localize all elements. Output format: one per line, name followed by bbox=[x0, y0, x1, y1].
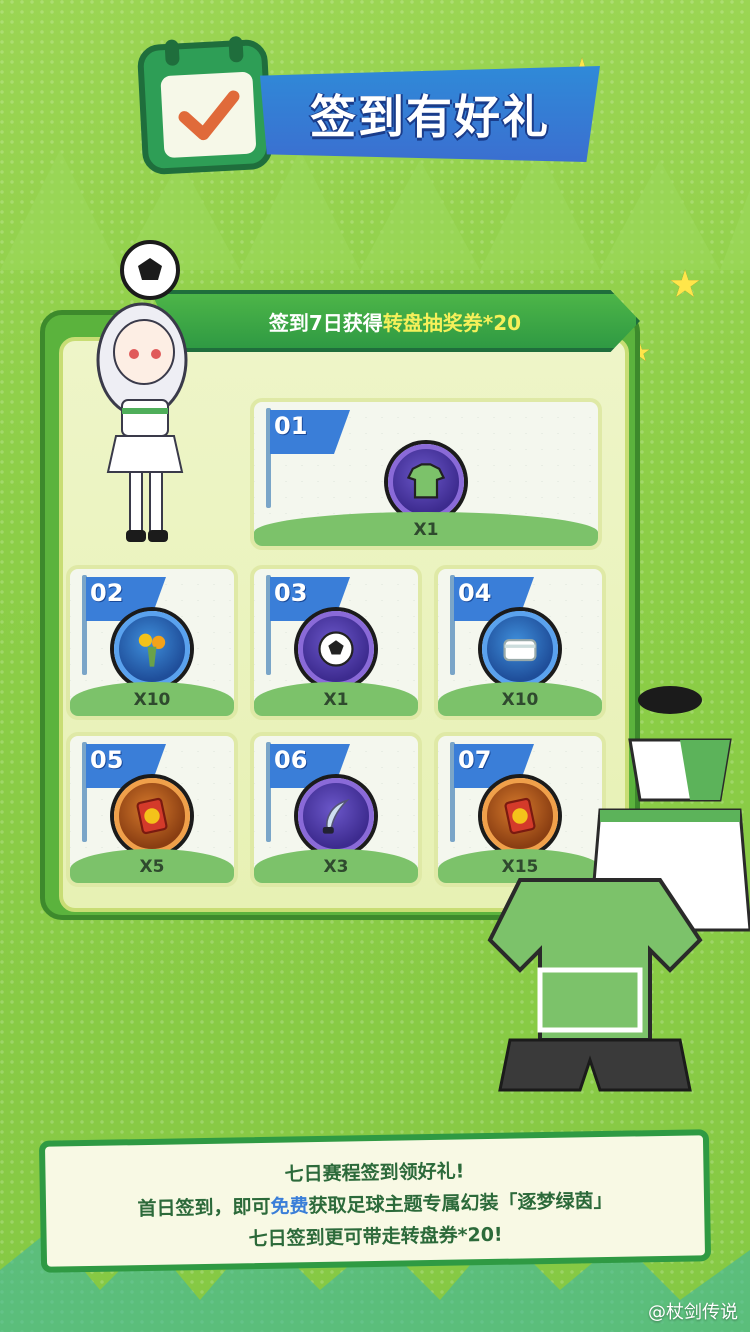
reward-quantity: X3 bbox=[323, 857, 349, 877]
lottery-ticket-icon bbox=[114, 778, 190, 854]
day-number: 05 bbox=[90, 746, 124, 774]
reward-quantity: X1 bbox=[323, 690, 349, 710]
jersey-icon bbox=[388, 444, 464, 520]
header: 签到有好礼 bbox=[136, 35, 610, 176]
watermark: @杖剑传说 bbox=[648, 1302, 738, 1323]
flower-bouquet-icon bbox=[114, 611, 190, 687]
reward-quantity: X10 bbox=[133, 690, 171, 710]
reward-ribbon: 签到7日获得转盘抽奖券*20 bbox=[150, 290, 640, 352]
day-number: 01 bbox=[274, 412, 308, 440]
feather-quill-icon bbox=[298, 778, 374, 854]
page-title-banner: 签到有好礼 bbox=[260, 66, 600, 162]
info-highlight-free: 免费 bbox=[270, 1195, 309, 1218]
page-title: 签到有好礼 bbox=[310, 90, 550, 144]
day-card-03[interactable]: 03 X1 bbox=[250, 565, 422, 720]
day-number: 06 bbox=[274, 746, 308, 774]
day-card-01[interactable]: 01 X1 bbox=[250, 398, 602, 550]
soccer-outfit-illustration bbox=[480, 680, 750, 1100]
day-number: 02 bbox=[90, 579, 124, 607]
towel-icon bbox=[482, 611, 558, 687]
calendar-check-icon bbox=[136, 35, 274, 176]
day-card-02[interactable]: 02 X10 bbox=[66, 565, 238, 720]
reward-quantity: X5 bbox=[139, 857, 165, 877]
day-card-06[interactable]: 06 X3 bbox=[250, 732, 422, 887]
soccer-ball-icon bbox=[298, 611, 374, 687]
event-info-box: 七日赛程签到领好礼! 首日签到，即可免费获取足球主题专属幻装「逐梦绿茵」 七日签… bbox=[38, 1129, 712, 1273]
day-card-05[interactable]: 05 X5 bbox=[66, 732, 238, 887]
ribbon-text: 签到7日获得转盘抽奖券*20 bbox=[268, 310, 522, 335]
day-flag: 01 bbox=[260, 406, 350, 508]
mascot-character bbox=[70, 240, 210, 560]
ribbon-highlight: 转盘抽奖券*20 bbox=[382, 310, 522, 335]
reward-quantity: X1 bbox=[413, 520, 439, 540]
star-icon: ★ bbox=[668, 262, 703, 306]
day-number: 03 bbox=[274, 579, 308, 607]
day-number: 04 bbox=[458, 579, 492, 607]
